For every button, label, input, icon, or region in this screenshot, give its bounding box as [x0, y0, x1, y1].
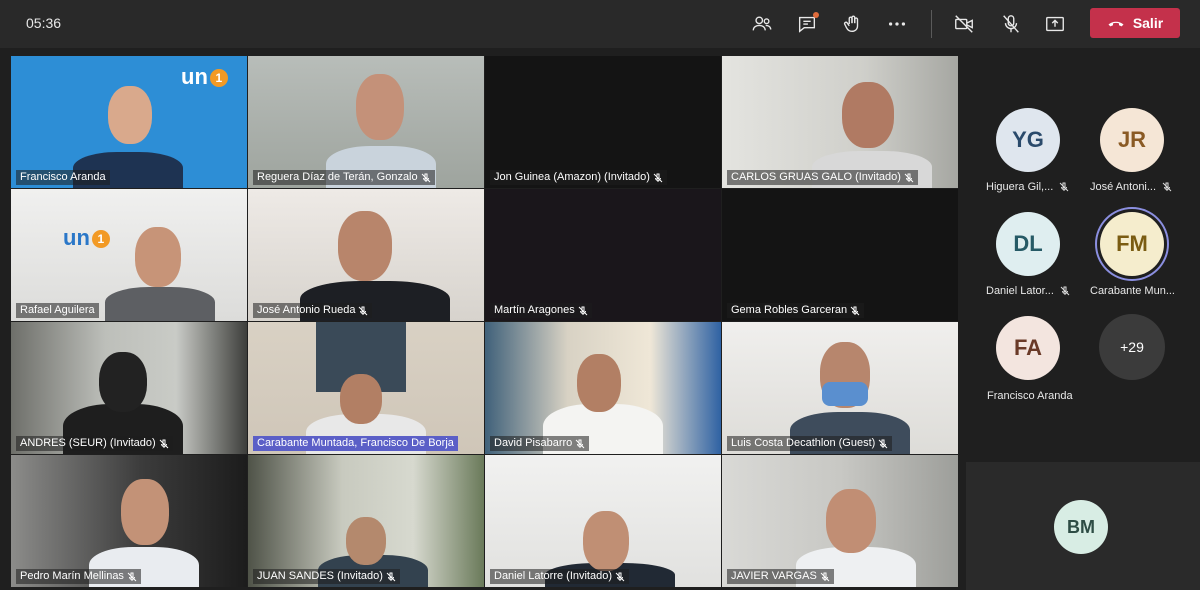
participant-name-tag: Luis Costa Decathlon (Guest) — [727, 436, 893, 451]
avatar-name: Francisco Aranda — [987, 390, 1073, 402]
video-tile[interactable]: Luis Costa Decathlon (Guest) — [722, 322, 958, 454]
participant-name-tag: Carabante Muntada, Francisco De Borja — [253, 436, 458, 451]
video-tile[interactable]: Jon Guinea (Amazon) (Invitado) — [485, 56, 721, 188]
mic-off-icon — [578, 306, 588, 315]
face-mask — [822, 382, 868, 406]
mic-off-icon — [359, 306, 368, 315]
share-icon — [1046, 16, 1064, 32]
participant-name-tag: Gema Robles Garceran — [727, 303, 865, 318]
camera-off-icon — [955, 15, 973, 33]
share-screen-button[interactable] — [1041, 10, 1069, 38]
mic-off-icon — [1059, 182, 1069, 192]
avatar-name: José Antoni... — [1090, 181, 1172, 193]
reactions-button[interactable] — [838, 10, 866, 38]
video-tile[interactable]: JAVIER VARGAS — [722, 455, 958, 587]
mic-off-icon — [850, 306, 860, 315]
company-logo: un 1 — [181, 64, 228, 90]
self-avatar: BM — [1054, 500, 1108, 554]
participant-name-tag: CARLOS GRUAS GALO (Invitado) — [727, 170, 918, 185]
mic-off-icon — [615, 572, 625, 581]
video-tile[interactable]: un 1 Rafael Aguilera — [11, 189, 247, 321]
participant-name-tag: Francisco Aranda — [16, 170, 110, 185]
participant-name-tag: ANDRES (SEUR) (Invitado) — [16, 436, 173, 451]
more-icon — [888, 22, 906, 26]
video-tile[interactable]: ANDRES (SEUR) (Invitado) — [11, 322, 247, 454]
people-button[interactable] — [748, 10, 776, 38]
mic-off-icon — [1162, 182, 1172, 192]
avatar-speaking[interactable]: FM — [1100, 212, 1164, 276]
mic-off-icon — [904, 173, 914, 182]
toolbar-divider — [931, 10, 932, 38]
chat-button[interactable] — [793, 10, 821, 38]
participant-name-tag: Martín Aragones — [490, 303, 592, 318]
avatar[interactable]: YG — [996, 108, 1060, 172]
video-tile[interactable]: José Antonio Rueda — [248, 189, 484, 321]
mic-off-icon — [878, 439, 888, 448]
participant-name-tag: Pedro Marín Mellinas — [16, 569, 141, 584]
participant-name-tag: JAVIER VARGAS — [727, 569, 834, 584]
avatar[interactable]: JR — [1100, 108, 1164, 172]
company-logo: un 1 — [63, 225, 110, 251]
unread-dot — [813, 12, 819, 18]
mic-off-icon — [1003, 15, 1019, 33]
leave-label: Salir — [1132, 15, 1164, 31]
participant-name-tag: JUAN SANDES (Invitado) — [253, 569, 400, 584]
avatar[interactable]: FA — [996, 316, 1060, 380]
video-tile[interactable]: David Pisabarro — [485, 322, 721, 454]
avatar-name: Daniel Lator... — [986, 285, 1070, 297]
participant-name-tag: David Pisabarro — [490, 436, 590, 451]
meeting-toolbar: 05:36 Salir — [0, 0, 1200, 48]
video-tile[interactable]: Carabante Muntada, Francisco De Borja — [248, 322, 484, 454]
mic-off-icon — [575, 439, 585, 448]
camera-toggle-button[interactable] — [950, 10, 978, 38]
avatar-name: Carabante Mun... — [1090, 285, 1175, 297]
mic-toggle-button[interactable] — [997, 10, 1025, 38]
mic-off-icon — [653, 173, 663, 182]
mic-off-icon — [820, 572, 830, 581]
video-tile[interactable]: Reguera Díaz de Terán, Gonzalo — [248, 56, 484, 188]
more-actions-button[interactable] — [883, 10, 911, 38]
video-tile[interactable]: Pedro Marín Mellinas — [11, 455, 247, 587]
video-tile[interactable]: CARLOS GRUAS GALO (Invitado) — [722, 56, 958, 188]
people-icon — [752, 16, 772, 31]
avatar[interactable]: DL — [996, 212, 1060, 276]
leave-button[interactable]: Salir — [1090, 8, 1180, 38]
phone-icon — [1108, 21, 1124, 27]
video-tile[interactable]: JUAN SANDES (Invitado) — [248, 455, 484, 587]
video-tile[interactable]: Martín Aragones — [485, 189, 721, 321]
reactions-icon — [843, 15, 859, 33]
participant-name-tag: Daniel Latorre (Invitado) — [490, 569, 630, 584]
participant-name-tag: Jon Guinea (Amazon) (Invitado) — [490, 170, 667, 185]
mic-off-icon — [421, 173, 430, 182]
avatar-name: Higuera Gil,... — [986, 181, 1069, 193]
mic-off-icon — [127, 572, 137, 581]
video-tile[interactable]: Daniel Latorre (Invitado) — [485, 455, 721, 587]
participant-name-tag: Reguera Díaz de Terán, Gonzalo — [253, 170, 435, 185]
more-participants-button[interactable]: +29 — [1099, 314, 1165, 380]
meeting-timer: 05:36 — [26, 15, 62, 31]
mic-off-icon — [159, 439, 169, 448]
video-tile[interactable]: Gema Robles Garceran — [722, 189, 958, 321]
mic-off-icon — [386, 572, 396, 581]
mic-off-icon — [1060, 286, 1070, 296]
participant-name-tag: Rafael Aguilera — [16, 303, 99, 318]
video-tile[interactable]: un 1 Francisco Aranda — [11, 56, 247, 188]
participant-name-tag: José Antonio Rueda — [253, 303, 373, 318]
video-grid: un 1 Francisco Aranda Reguera Díaz de Ter… — [11, 56, 959, 590]
